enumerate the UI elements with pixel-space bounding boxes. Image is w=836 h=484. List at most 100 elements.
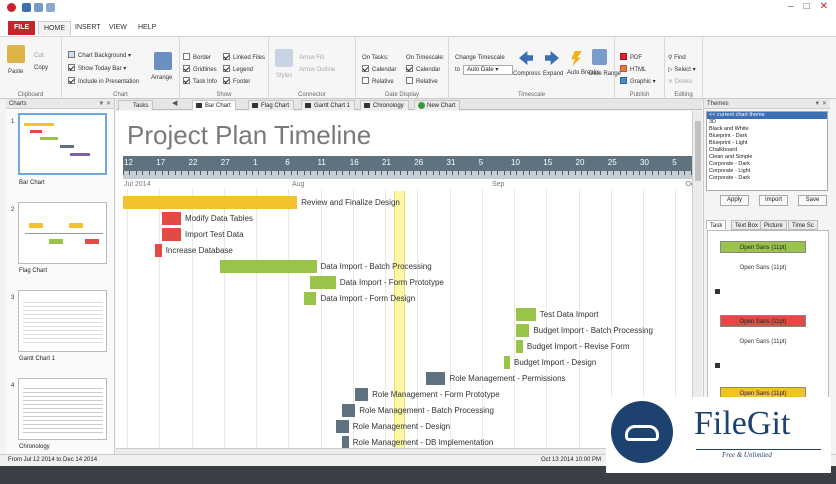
style-font-label[interactable]: Open Sans (11pt) xyxy=(720,265,806,271)
date-range-icon[interactable] xyxy=(592,49,607,65)
import-button[interactable]: Import xyxy=(759,195,788,206)
theme-item[interactable]: << current chart theme xyxy=(707,112,827,119)
task-label[interactable]: Data Import - Form Design xyxy=(321,294,416,304)
task-label[interactable]: Import Test Data xyxy=(185,230,244,240)
legend-checkbox[interactable] xyxy=(223,65,230,72)
task-bar[interactable] xyxy=(219,260,317,273)
style-font-label[interactable]: Open Sans (11pt) xyxy=(720,339,806,345)
apply-button[interactable]: Apply xyxy=(720,195,749,206)
compress-button[interactable]: Compress xyxy=(513,69,540,79)
timescale-relative-checkbox[interactable] xyxy=(406,77,413,84)
tab-tasks[interactable]: Tasks xyxy=(118,100,154,110)
theme-item[interactable]: Corporate - Dark xyxy=(707,175,827,182)
chart-thumbnail-flag-chart[interactable] xyxy=(18,202,107,264)
tab-view[interactable]: VIEW xyxy=(104,21,132,35)
task-label[interactable]: Data Import - Form Prototype xyxy=(340,278,444,288)
task-label[interactable]: Role Management - Design xyxy=(353,422,450,432)
tab-task[interactable]: Task xyxy=(706,220,727,230)
maximize-icon[interactable]: □ xyxy=(804,1,810,12)
tab-file[interactable]: FILE xyxy=(8,21,36,35)
tab-new-chart[interactable]: New Chart xyxy=(414,100,461,110)
theme-item[interactable]: Corporate - Dark xyxy=(707,161,827,168)
include-presentation-checkbox[interactable] xyxy=(68,77,75,84)
timescale-calendar-checkbox[interactable] xyxy=(406,65,413,72)
tab-help[interactable]: HELP xyxy=(133,21,161,35)
task-bar[interactable] xyxy=(335,420,349,433)
tab-flag-chart[interactable]: Flag Chart xyxy=(248,100,295,110)
task-bar[interactable] xyxy=(355,388,369,401)
compress-icon[interactable] xyxy=(519,51,533,65)
tab-time-scale[interactable]: Time Sc xyxy=(788,220,818,230)
task-bar[interactable] xyxy=(123,196,298,209)
border-checkbox[interactable] xyxy=(183,53,190,60)
paste-button[interactable]: Paste xyxy=(8,67,23,77)
task-bar[interactable] xyxy=(342,436,349,448)
redo-icon[interactable] xyxy=(46,3,55,12)
task-label[interactable]: Role Management - DB Implementation xyxy=(353,438,494,448)
graphic-button[interactable]: Graphic xyxy=(630,79,651,85)
task-label[interactable]: Modify Data Tables xyxy=(185,214,253,224)
linked-files-checkbox[interactable] xyxy=(223,53,230,60)
task-label[interactable]: Test Data Import xyxy=(540,310,599,320)
styles-button[interactable]: Styles xyxy=(276,71,292,81)
undo-icon[interactable] xyxy=(34,3,43,12)
pane-pin-close-icon[interactable]: ▼ ✕ xyxy=(98,99,111,109)
arrow-outline-button[interactable]: Arrow Outline xyxy=(299,65,335,75)
chart-background-button[interactable]: Chart Background xyxy=(78,53,126,59)
tab-text-box[interactable]: Text Box xyxy=(731,220,763,230)
find-button[interactable]: Find xyxy=(674,55,686,61)
chart-thumbnail-gantt-chart[interactable] xyxy=(18,290,107,352)
chart-thumbnail-bar-chart[interactable] xyxy=(18,113,107,175)
task-bar[interactable] xyxy=(503,356,510,369)
task-bar[interactable] xyxy=(516,324,530,337)
task-label[interactable]: Role Management - Permissions xyxy=(450,374,566,384)
tab-chronology[interactable]: Chronology xyxy=(360,100,409,110)
pane-pin-close-icon[interactable]: ▼ ✕ xyxy=(814,99,827,109)
arrow-fill-button[interactable]: Arrow Fill xyxy=(299,53,324,63)
task-label[interactable]: Role Management - Batch Processing xyxy=(359,406,494,416)
html-button[interactable]: HTML xyxy=(630,67,646,73)
arrange-button[interactable]: Arrange xyxy=(151,73,172,83)
theme-item[interactable]: Blueprint - Light xyxy=(707,140,827,147)
task-bar[interactable] xyxy=(310,276,336,289)
task-bar[interactable] xyxy=(342,404,356,417)
task-bar[interactable] xyxy=(161,212,182,225)
task-label[interactable]: Review and Finalize Design xyxy=(301,198,400,208)
tasks-relative-checkbox[interactable] xyxy=(362,77,369,84)
delete-button[interactable]: Delete xyxy=(675,79,692,85)
close-icon[interactable]: ✕ xyxy=(820,1,828,12)
auto-breaks-icon[interactable] xyxy=(571,51,582,66)
pdf-button[interactable]: PDF xyxy=(630,55,642,61)
tab-home[interactable]: HOME xyxy=(38,21,71,35)
tasks-calendar-checkbox[interactable] xyxy=(362,65,369,72)
timescale-select[interactable]: Auto Date ▾ xyxy=(463,65,513,75)
tab-gantt-chart[interactable]: Gantt Chart 1 xyxy=(301,100,356,110)
task-info-checkbox[interactable] xyxy=(183,77,190,84)
theme-item[interactable]: 3D xyxy=(707,119,827,126)
theme-item[interactable]: Blueprint - Dark xyxy=(707,133,827,140)
themes-list[interactable]: << current chart theme 3D Black and Whit… xyxy=(706,111,828,191)
arrange-icon[interactable] xyxy=(154,52,172,70)
show-today-checkbox[interactable] xyxy=(68,64,75,71)
task-label[interactable]: Budget Import - Revise Form xyxy=(527,342,630,352)
expand-button[interactable]: Expand xyxy=(543,69,563,79)
theme-item[interactable]: Corporate - Light xyxy=(707,168,827,175)
theme-item[interactable]: Chalkboard xyxy=(707,147,827,154)
task-label[interactable]: Budget Import - Design xyxy=(514,358,596,368)
select-button[interactable]: Select xyxy=(674,67,691,73)
task-label[interactable]: Budget Import - Batch Processing xyxy=(533,326,653,336)
gridlines-checkbox[interactable] xyxy=(183,65,190,72)
minimize-icon[interactable]: – xyxy=(788,1,794,12)
theme-item[interactable]: Clean and Simple xyxy=(707,154,827,161)
paste-icon[interactable] xyxy=(7,45,25,63)
task-bar[interactable] xyxy=(516,340,523,353)
chart-thumbnail-chronology[interactable] xyxy=(18,378,107,440)
expand-icon[interactable] xyxy=(545,51,559,65)
task-bar[interactable] xyxy=(155,244,162,257)
tab-scroll-left-icon[interactable]: ◀ xyxy=(172,99,177,107)
task-label[interactable]: Role Management - Form Prototype xyxy=(372,390,500,400)
chart-title[interactable]: Project Plan Timeline xyxy=(127,120,371,151)
style-swatch-red[interactable]: Open Sans (11pt) xyxy=(720,315,806,327)
scroll-thumb[interactable] xyxy=(695,121,701,181)
footer-checkbox[interactable] xyxy=(223,77,230,84)
